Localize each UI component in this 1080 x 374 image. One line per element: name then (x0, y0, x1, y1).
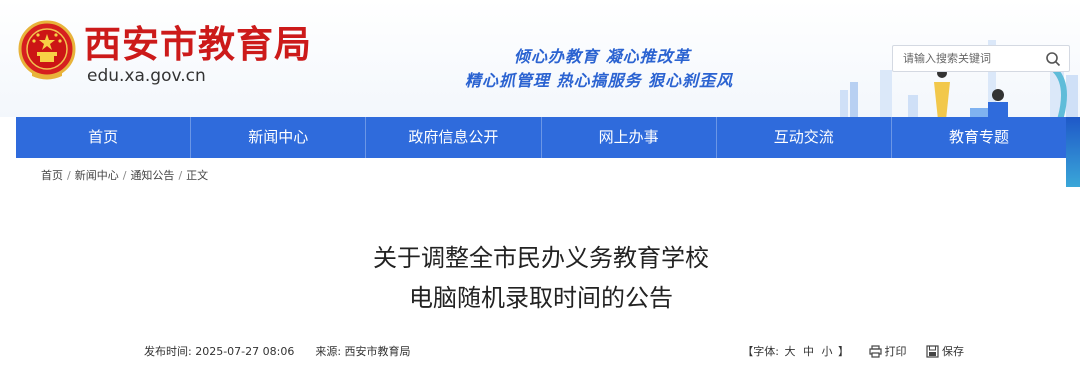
national-emblem-icon[interactable] (18, 20, 76, 82)
nav-item-education-topics[interactable]: 教育专题 (892, 117, 1066, 158)
site-header: 西安市教育局 edu.xa.gov.cn 倾心办教育 凝心推改革 精心抓管理 热… (0, 0, 1080, 117)
save-icon (926, 345, 939, 358)
search-box (892, 45, 1070, 72)
article-container: 首页 / 新闻中心 / 通知公告 / 正文 关于调整全市民办义务教育学校 电脑随机录取时间的… (16, 158, 1066, 374)
search-icon[interactable] (1045, 51, 1061, 67)
nav-item-gov-info[interactable]: 政府信息公开 (366, 117, 542, 158)
breadcrumb-item-home[interactable]: 首页 (41, 169, 63, 182)
search-input[interactable] (893, 46, 1043, 71)
article-meta: 发布时间: 2025-07-27 08:06 来源: 西安市教育局 【字体: 大… (144, 341, 964, 363)
nav-item-news[interactable]: 新闻中心 (191, 117, 367, 158)
publish-time: 2025-07-27 08:06 (195, 345, 295, 358)
site-title[interactable]: 西安市教育局 (84, 22, 312, 66)
article-title-line-1: 关于调整全市民办义务教育学校 (373, 244, 709, 272)
font-size-large-button[interactable]: 大 (785, 345, 796, 358)
publish-time-label: 发布时间: (144, 345, 192, 358)
font-size-label-close: 】 (838, 345, 849, 358)
breadcrumb-separator: / (178, 169, 183, 182)
print-label: 打印 (884, 345, 907, 358)
decorative-strip (1066, 117, 1080, 187)
printer-icon (868, 345, 882, 358)
nav-item-online-services[interactable]: 网上办事 (542, 117, 717, 158)
save-label: 保存 (942, 345, 964, 358)
nav-item-home[interactable]: 首页 (16, 117, 192, 158)
breadcrumb: 首页 / 新闻中心 / 通知公告 / 正文 (41, 167, 212, 183)
font-size-medium-button[interactable]: 中 (803, 345, 814, 358)
breadcrumb-item-notices[interactable]: 通知公告 (130, 169, 174, 182)
source-value: 西安市教育局 (344, 345, 411, 358)
breadcrumb-item-news[interactable]: 新闻中心 (75, 169, 119, 182)
source-label: 来源: (315, 345, 342, 358)
slogan-line-2: 精心抓管理 热心搞服务 狠心刹歪风 (465, 71, 734, 90)
breadcrumb-item-current: 正文 (186, 169, 209, 182)
article-title-line-2: 电脑随机录取时间的公告 (409, 284, 673, 312)
slogan-line-1: 倾心办教育 凝心推改革 (514, 47, 691, 66)
save-button[interactable]: 保存 (926, 341, 964, 363)
font-size-small-button[interactable]: 小 (822, 345, 833, 358)
nav-item-interaction[interactable]: 互动交流 (717, 117, 892, 158)
site-domain: edu.xa.gov.cn (87, 66, 206, 86)
breadcrumb-separator: / (67, 169, 71, 182)
print-button[interactable]: 打印 (868, 341, 907, 363)
main-nav: 首页 新闻中心 政府信息公开 网上办事 互动交流 教育专题 (16, 117, 1066, 158)
font-size-label-open: 【字体: (742, 345, 779, 358)
breadcrumb-separator: / (122, 169, 127, 182)
